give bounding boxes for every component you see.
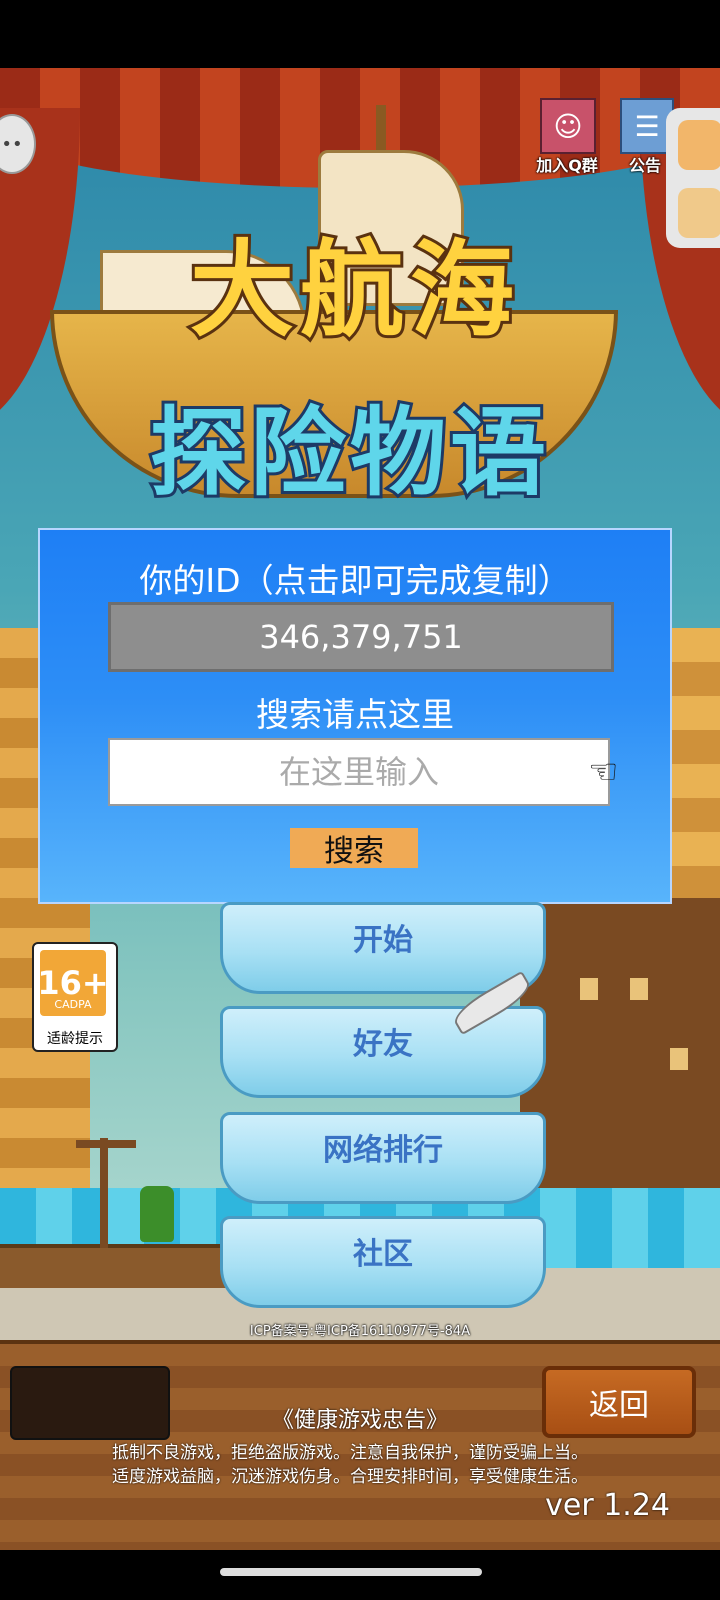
footer-panel: 返回 《健康游戏忠告》 抵制不良游戏，拒绝盗版游戏。注意自我保护，谨防受骗上当。… <box>0 1340 720 1550</box>
friends-button-label: 好友 <box>353 1027 413 1062</box>
game-title-line1: 大航海 <box>187 226 520 354</box>
community-button-label: 社区 <box>353 1237 413 1272</box>
health-advice-line2: 适度游戏益脑，沉迷游戏伤身。合理安排时间，享受健康生活。 <box>112 1467 588 1487</box>
side-tab-icon-2[interactable] <box>678 188 720 238</box>
icp-record: ICP备案号:粤ICP备16110977号-84A <box>249 1324 471 1339</box>
ranking-button[interactable]: 网络排行 <box>205 1112 561 1211</box>
sailor-character <box>140 1186 174 1242</box>
side-tab-panel[interactable] <box>666 108 720 248</box>
search-hint: 搜索请点这里 <box>256 695 454 734</box>
crane-top <box>76 1140 136 1148</box>
version-label: ver 1.24 <box>545 1488 670 1523</box>
ranking-button-label: 网络排行 <box>323 1133 443 1168</box>
age-rating-badge[interactable]: 16+ CADPA 适龄提示 <box>32 942 118 1052</box>
health-advice-line1: 抵制不良游戏，拒绝盗版游戏。注意自我保护，谨防受骗上当。 <box>112 1443 588 1463</box>
user-id-box[interactable]: 346,379,751 <box>108 602 614 672</box>
qq-group-icon[interactable]: ☺ <box>540 98 596 154</box>
community-button[interactable]: 社区 <box>205 1216 561 1315</box>
friends-button[interactable]: 好友 <box>205 1006 561 1105</box>
home-indicator[interactable] <box>220 1568 482 1576</box>
id-panel-title[interactable]: 你的ID（点击即可完成复制） <box>40 554 670 602</box>
id-panel: 你的ID（点击即可完成复制） 346,379,751 搜索请点这里 ☜ 搜索 <box>38 528 672 904</box>
dock <box>0 1244 230 1288</box>
age-rating-org: CADPA <box>54 998 92 1011</box>
pointing-hand-icon: ☜ <box>588 752 619 792</box>
search-button[interactable]: 搜索 <box>290 828 418 869</box>
crane <box>100 1138 108 1248</box>
game-title-line2: 探险物语 <box>147 394 550 512</box>
start-button-label: 开始 <box>353 923 413 958</box>
side-tab-icon-1[interactable] <box>678 120 720 170</box>
qq-group-label[interactable]: 加入Q群 <box>526 152 608 176</box>
start-button[interactable]: 开始 <box>205 902 561 1001</box>
age-rating-label: 适龄提示 <box>47 1031 103 1047</box>
search-input[interactable] <box>108 738 610 806</box>
health-advice-title: 《健康游戏忠告》 <box>271 1408 448 1433</box>
